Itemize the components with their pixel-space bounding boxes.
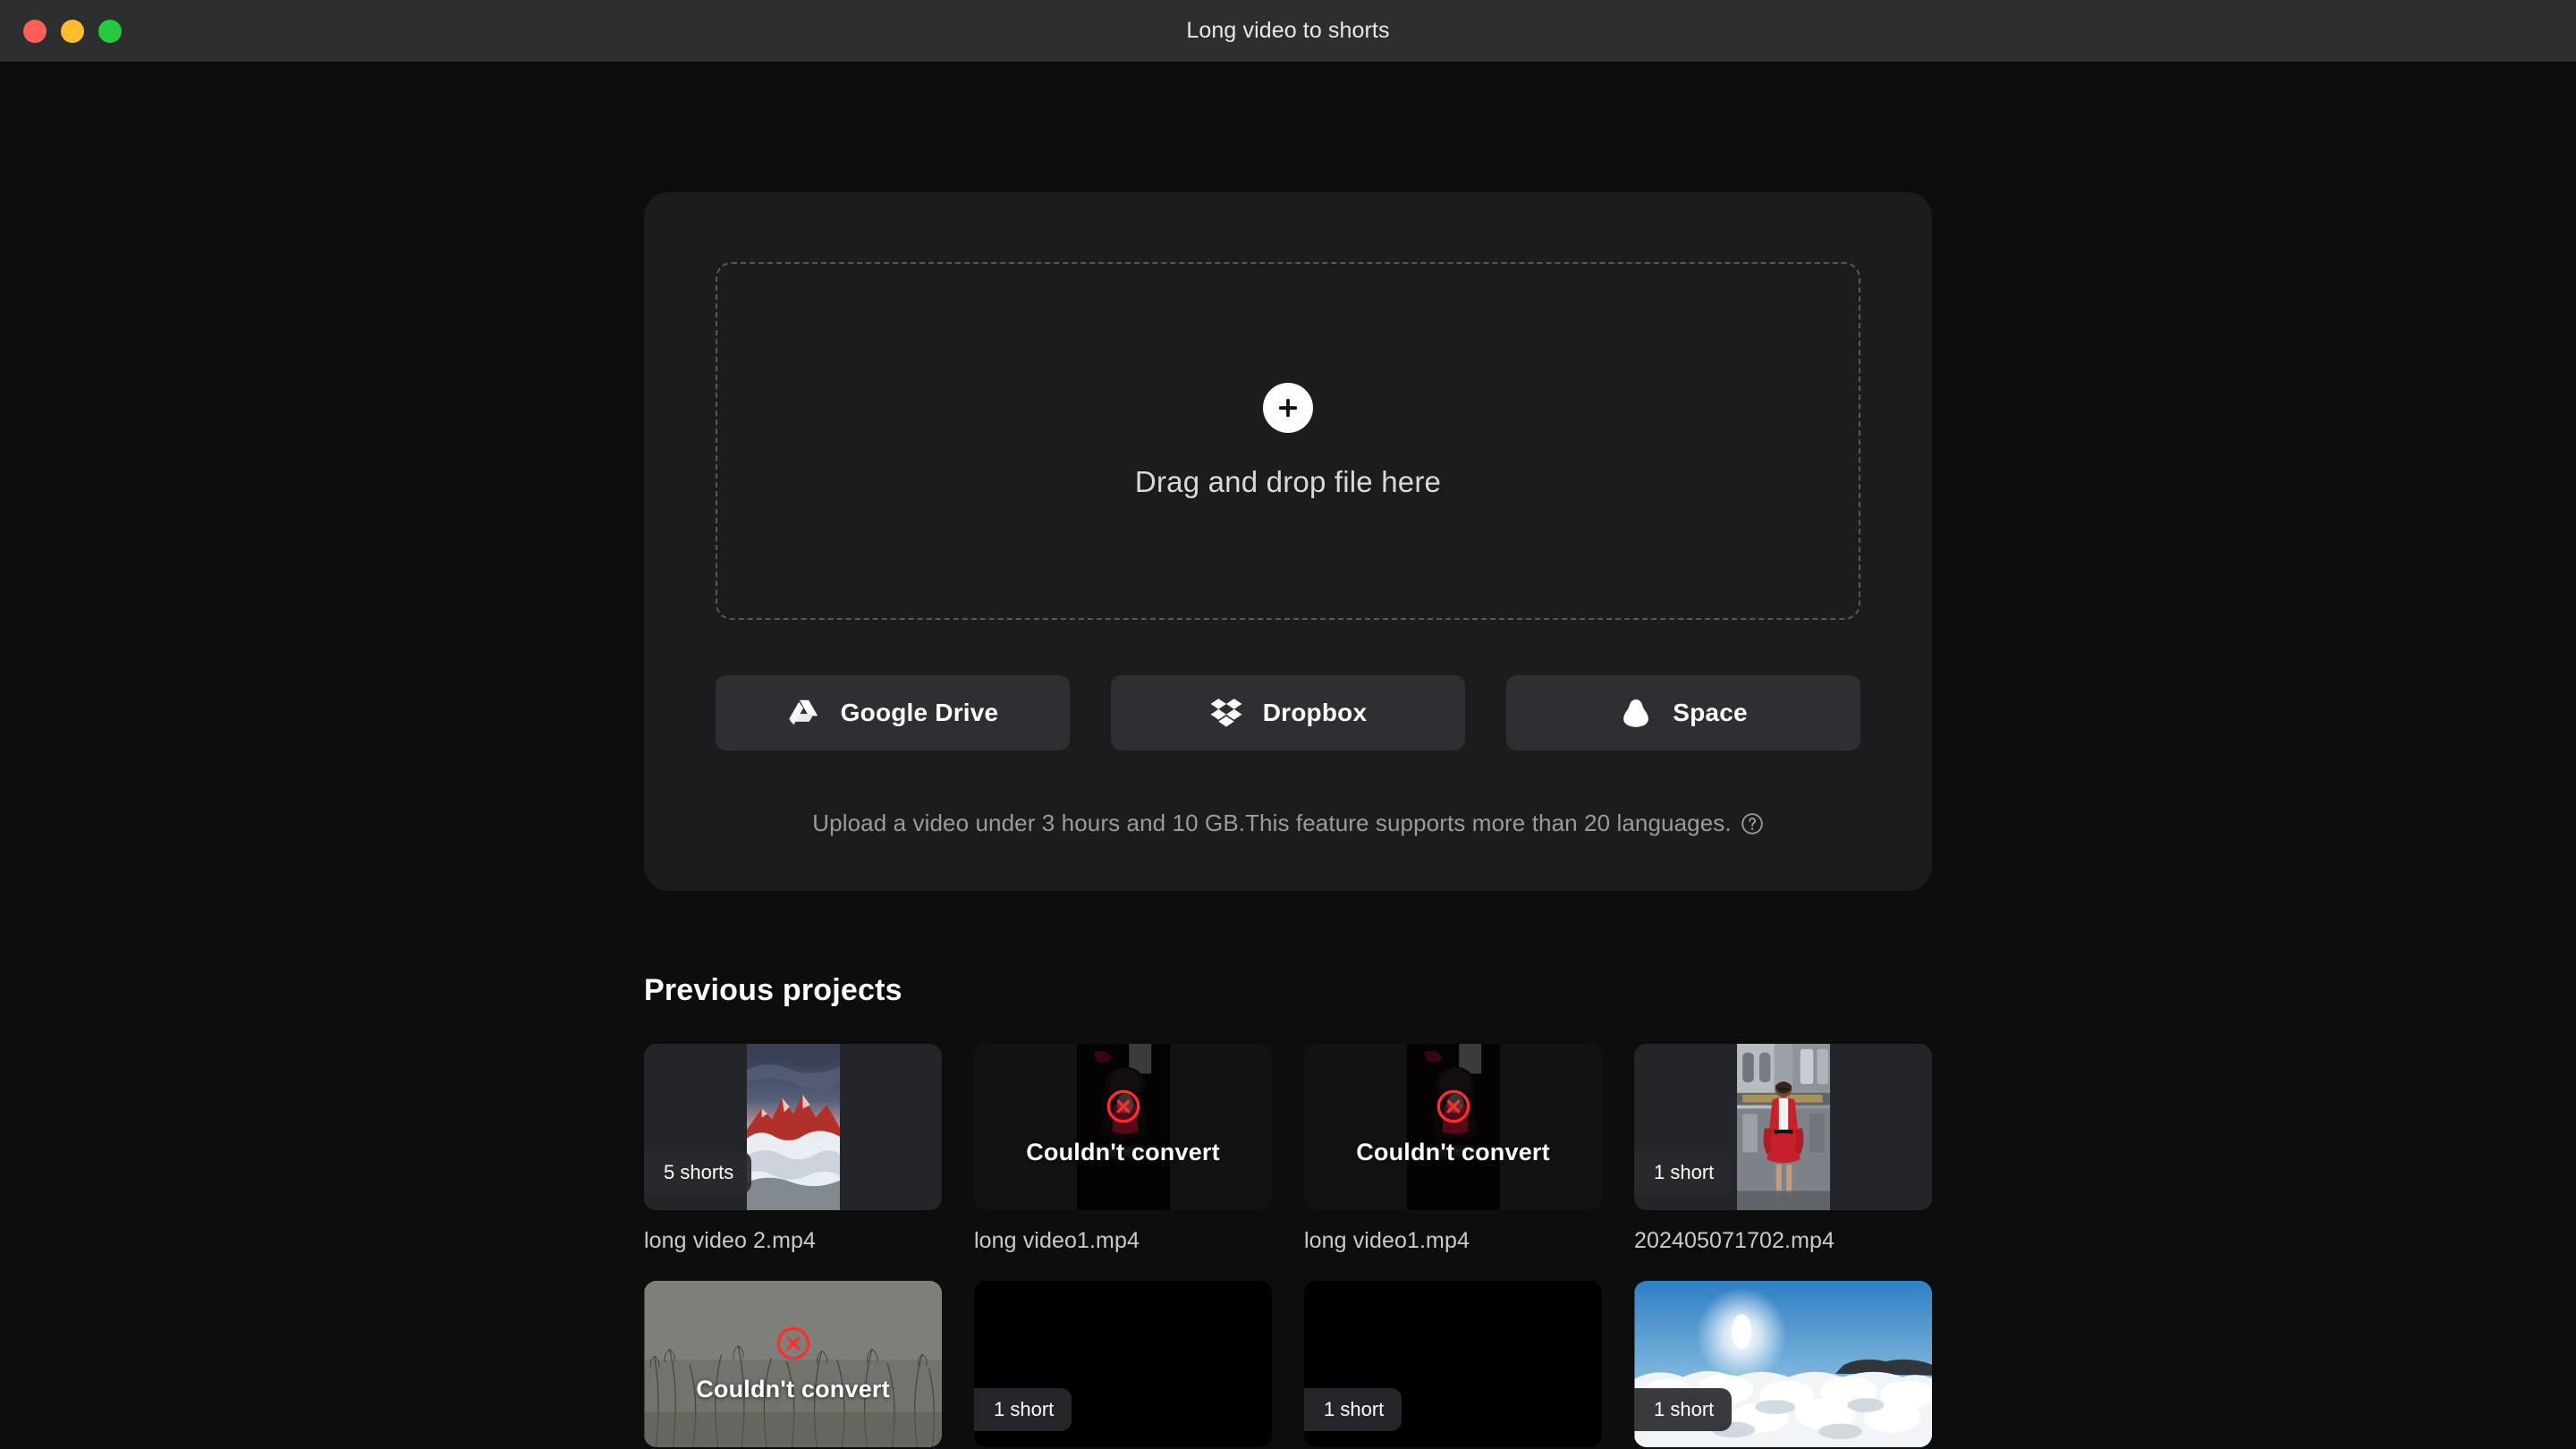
title-bar: Long video to shorts — [0, 0, 2576, 63]
project-card: Couldn't convert long video1.mp4 — [974, 1044, 1272, 1254]
thumbnail-image — [1736, 1044, 1830, 1210]
app-window: Long video to shorts Drag and drop file … — [0, 0, 2576, 1449]
error-circle-x-icon — [775, 1326, 811, 1361]
google-drive-icon — [787, 696, 821, 730]
project-filename: long video 2.mp4 — [644, 1228, 817, 1253]
plus-icon[interactable] — [1263, 383, 1313, 433]
project-card: Couldn't convert long video1.mp4 — [1304, 1044, 1602, 1254]
project-card: Couldn't convert — [644, 1281, 942, 1449]
project-card: 1 short — [974, 1281, 1272, 1449]
shorts-count-badge: 1 short — [1304, 1388, 1402, 1431]
project-thumbnail[interactable]: 5 shorts — [644, 1044, 942, 1210]
error-circle-x-icon — [1106, 1089, 1141, 1124]
space-button[interactable]: Space — [1506, 675, 1860, 750]
shorts-count-badge: 5 shorts — [644, 1151, 752, 1194]
conversion-error-text: Couldn't convert — [1026, 1138, 1220, 1165]
maximize-button[interactable] — [98, 19, 122, 43]
upload-hint-text: Upload a video under 3 hours and 10 GB.T… — [812, 809, 1732, 836]
google-drive-label: Google Drive — [840, 699, 999, 726]
project-card: 1 short — [1634, 1281, 1932, 1449]
conversion-error-text: Couldn't convert — [1356, 1138, 1550, 1165]
project-thumbnail[interactable]: 1 short — [1304, 1281, 1602, 1447]
thumbnail-image — [746, 1044, 840, 1210]
project-thumbnail[interactable]: Couldn't convert — [1304, 1044, 1602, 1210]
scroll-region[interactable]: Drag and drop file here Google Drive Dro… — [0, 63, 2576, 1449]
conversion-error-overlay: Couldn't convert — [644, 1281, 942, 1447]
dropbox-label: Dropbox — [1262, 699, 1368, 726]
question-mark-circle-icon[interactable] — [1741, 812, 1764, 835]
shorts-count-badge: 1 short — [974, 1388, 1072, 1431]
project-card: 5 shorts long video 2.mp4 — [644, 1044, 942, 1254]
conversion-error-overlay: Couldn't convert — [1304, 1044, 1602, 1210]
cloud-service-row: Google Drive Dropbox Space — [716, 675, 1860, 750]
project-filename: long video1.mp4 — [1304, 1228, 1470, 1253]
shorts-count-badge: 1 short — [1634, 1151, 1733, 1194]
project-thumbnail[interactable]: Couldn't convert — [644, 1281, 942, 1447]
upload-hint: Upload a video under 3 hours and 10 GB.T… — [716, 809, 1860, 837]
dropbox-button[interactable]: Dropbox — [1111, 675, 1465, 750]
project-thumbnail[interactable]: 1 short — [1634, 1044, 1932, 1210]
project-card: 1 short — [1304, 1281, 1602, 1449]
close-button[interactable] — [23, 19, 47, 43]
window-title: Long video to shorts — [1186, 18, 1390, 43]
project-card: 1 short 202405071702.mp4 — [1634, 1044, 1932, 1254]
dropzone-label: Drag and drop file here — [1134, 465, 1442, 498]
project-filename: long video1.mp4 — [974, 1228, 1140, 1253]
space-label: Space — [1673, 699, 1748, 726]
projects-grid: 5 shorts long video 2.mp4 Couldn't conve… — [644, 1044, 1932, 1449]
upload-panel: Drag and drop file here Google Drive Dro… — [644, 192, 1932, 891]
minimize-button[interactable] — [61, 19, 84, 43]
traffic-light-group — [0, 19, 122, 43]
error-circle-x-icon — [1436, 1089, 1471, 1124]
space-cloud-icon — [1619, 696, 1653, 730]
google-drive-button[interactable]: Google Drive — [716, 675, 1070, 750]
project-thumbnail[interactable]: 1 short — [974, 1281, 1272, 1447]
dropbox-icon — [1209, 696, 1243, 730]
project-thumbnail[interactable]: 1 short — [1634, 1281, 1932, 1447]
project-filename: 202405071702.mp4 — [1634, 1228, 1835, 1253]
conversion-error-overlay: Couldn't convert — [974, 1044, 1272, 1210]
previous-projects-section: Previous projects 5 shorts long video 2.m… — [644, 891, 1932, 1449]
conversion-error-text: Couldn't convert — [696, 1375, 890, 1402]
project-thumbnail[interactable]: Couldn't convert — [974, 1044, 1272, 1210]
shorts-count-badge: 1 short — [1634, 1388, 1733, 1431]
file-dropzone[interactable]: Drag and drop file here — [716, 262, 1860, 620]
previous-projects-title: Previous projects — [644, 973, 902, 1007]
